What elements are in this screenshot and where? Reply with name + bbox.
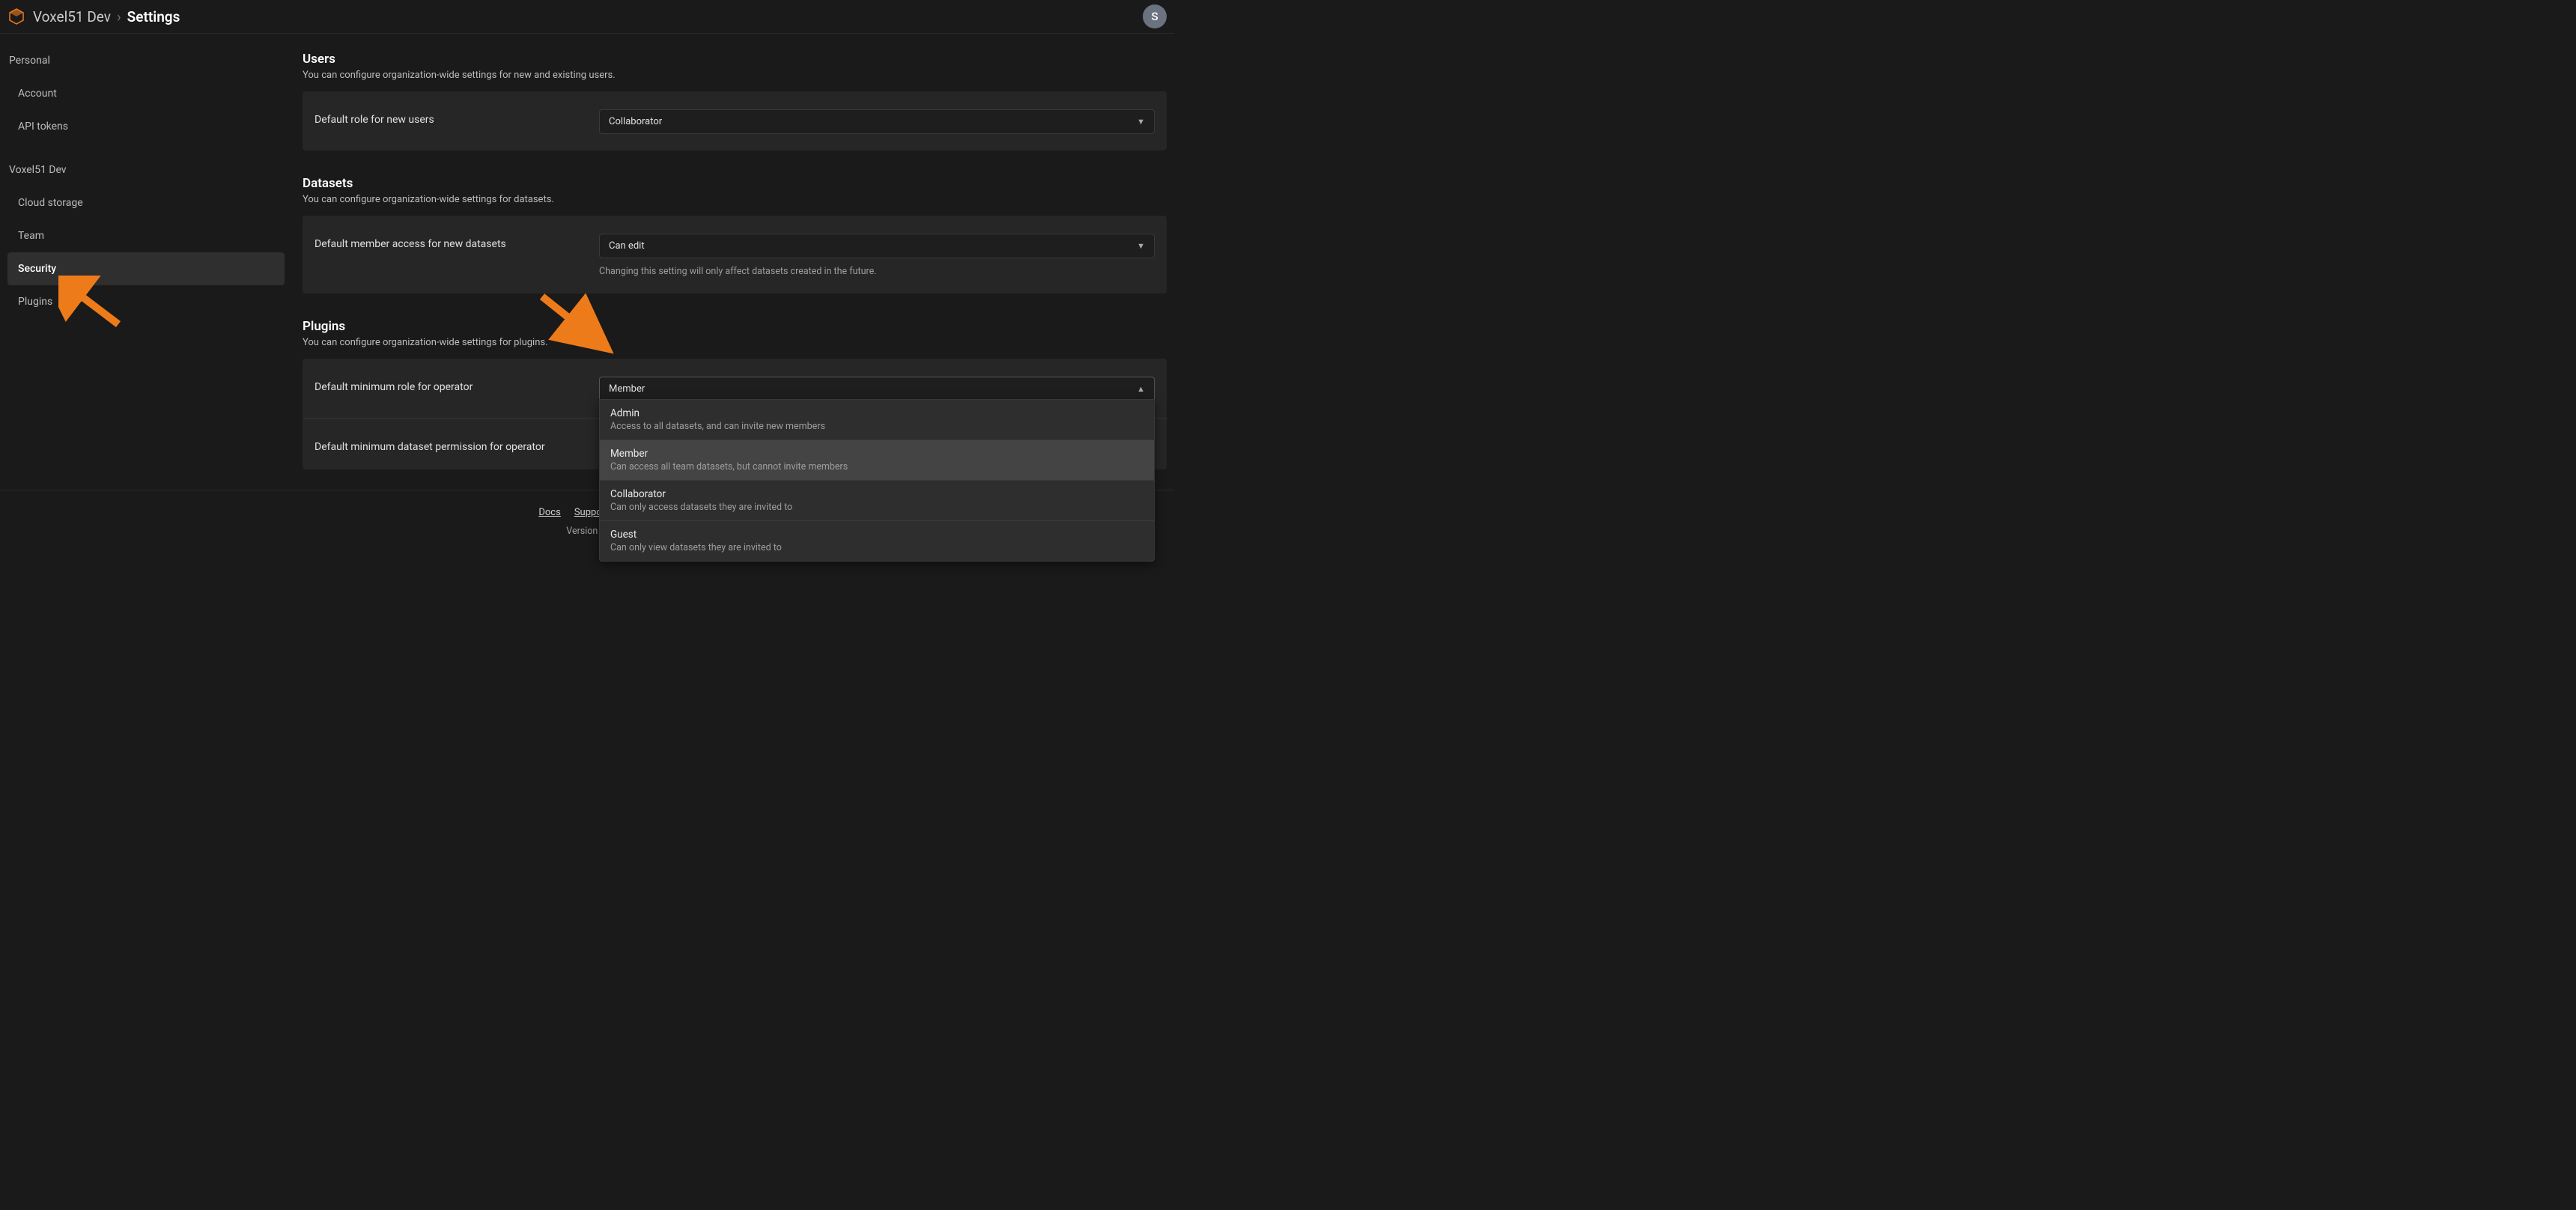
chevron-up-icon: ▲ [1137, 384, 1145, 394]
dropdown-option-desc: Access to all datasets, and can invite n… [610, 421, 1143, 432]
breadcrumb-org[interactable]: Voxel51 Dev [33, 8, 111, 25]
section-users-title: Users [303, 52, 1167, 67]
row-label: Default minimum role for operator [315, 377, 584, 393]
plugins-card: Default minimum role for operator Member… [303, 359, 1167, 469]
section-plugins-title: Plugins [303, 319, 1167, 334]
breadcrumb: Voxel51 Dev › Settings [33, 8, 180, 25]
section-users: Users You can configure organization-wid… [303, 52, 1167, 151]
row-label: Default member access for new datasets [315, 234, 584, 250]
select-default-min-role-operator[interactable]: Member ▲ [599, 377, 1155, 401]
dropdown-option-title: Admin [610, 407, 1143, 419]
datasets-card: Default member access for new datasets C… [303, 216, 1167, 294]
dropdown-option-desc: Can access all team datasets, but cannot… [610, 461, 1143, 472]
dropdown-option-title: Member [610, 448, 1143, 460]
dropdown-option-member[interactable]: Member Can access all team datasets, but… [600, 440, 1154, 480]
select-value: Member [609, 383, 645, 395]
section-datasets-subtitle: You can configure organization-wide sett… [303, 194, 1167, 205]
dropdown-option-title: Collaborator [610, 488, 1143, 500]
sidebar-item-account[interactable]: Account [7, 77, 285, 110]
role-dropdown: Admin Access to all datasets, and can in… [599, 399, 1155, 562]
dropdown-option-admin[interactable]: Admin Access to all datasets, and can in… [600, 400, 1154, 440]
section-datasets: Datasets You can configure organization-… [303, 176, 1167, 294]
chevron-down-icon: ▼ [1137, 241, 1145, 251]
sidebar: Personal Account API tokens Voxel51 Dev … [0, 34, 292, 481]
section-datasets-title: Datasets [303, 176, 1167, 191]
row-default-role-new-users: Default role for new users Collaborator … [303, 91, 1167, 151]
sidebar-item-team[interactable]: Team [7, 219, 285, 252]
row-label: Default minimum dataset permission for o… [315, 437, 584, 453]
dropdown-option-title: Guest [610, 529, 1143, 541]
main-content: Users You can configure organization-wid… [292, 34, 1174, 481]
select-default-member-access[interactable]: Can edit ▼ [599, 234, 1155, 258]
row-default-min-role-operator: Default minimum role for operator Member… [303, 359, 1167, 418]
breadcrumb-page: Settings [127, 8, 180, 25]
sidebar-group-org: Voxel51 Dev [7, 164, 285, 186]
row-hint: Changing this setting will only affect d… [599, 266, 1155, 277]
sidebar-group-personal: Personal [7, 55, 285, 77]
select-value: Can edit [609, 240, 645, 252]
section-plugins-subtitle: You can configure organization-wide sett… [303, 337, 1167, 348]
select-default-role-new-users[interactable]: Collaborator ▼ [599, 109, 1155, 134]
section-users-subtitle: You can configure organization-wide sett… [303, 70, 1167, 81]
sidebar-item-api-tokens[interactable]: API tokens [7, 110, 285, 143]
app-header: Voxel51 Dev › Settings S [0, 0, 1174, 34]
avatar[interactable]: S [1143, 4, 1167, 28]
dropdown-option-guest[interactable]: Guest Can only view datasets they are in… [600, 520, 1154, 561]
sidebar-item-cloud-storage[interactable]: Cloud storage [7, 186, 285, 219]
select-value: Collaborator [609, 116, 662, 127]
sidebar-item-plugins[interactable]: Plugins [7, 285, 285, 318]
voxel51-logo-icon[interactable] [7, 7, 25, 25]
footer-link-docs[interactable]: Docs [538, 507, 560, 518]
sidebar-item-security[interactable]: Security [7, 252, 285, 285]
row-label: Default role for new users [315, 109, 584, 126]
row-default-member-access: Default member access for new datasets C… [303, 216, 1167, 294]
dropdown-option-collaborator[interactable]: Collaborator Can only access datasets th… [600, 480, 1154, 520]
chevron-down-icon: ▼ [1137, 117, 1145, 127]
dropdown-option-desc: Can only view datasets they are invited … [610, 542, 1143, 553]
users-card: Default role for new users Collaborator … [303, 91, 1167, 151]
chevron-right-icon: › [117, 8, 121, 25]
dropdown-option-desc: Can only access datasets they are invite… [610, 502, 1143, 513]
section-plugins: Plugins You can configure organization-w… [303, 319, 1167, 469]
header-left: Voxel51 Dev › Settings [7, 7, 180, 25]
